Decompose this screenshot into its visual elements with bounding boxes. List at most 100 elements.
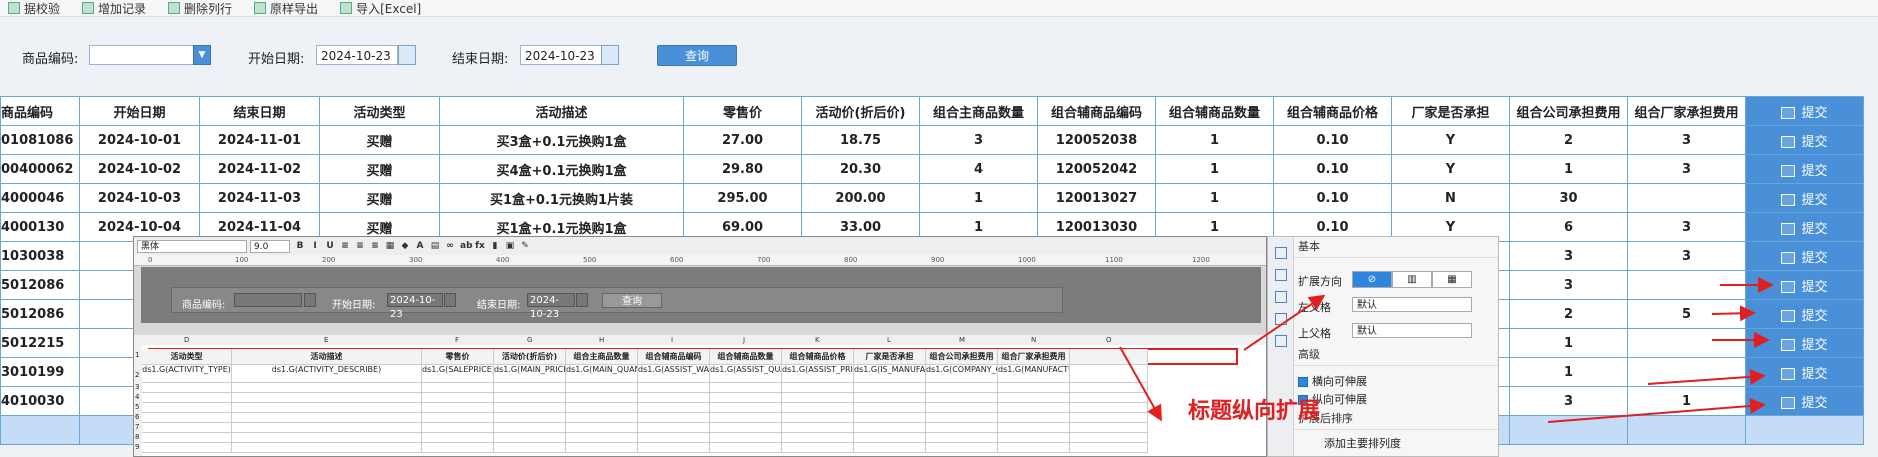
designer-header-cell[interactable]: 活动价(折后价) (494, 349, 566, 365)
bold-icon[interactable]: B (295, 241, 305, 251)
table-cell[interactable]: 01081086 (0, 125, 80, 155)
table-cell[interactable]: 3010199 (0, 357, 80, 387)
designer-empty-cell[interactable] (854, 423, 926, 433)
designer-empty-cell[interactable] (710, 433, 782, 443)
row-number[interactable]: 8 (135, 433, 139, 441)
designer-empty-cell[interactable] (422, 413, 494, 423)
designer-formula-cell[interactable] (1070, 365, 1148, 383)
designer-empty-cell[interactable] (854, 393, 926, 403)
start-date-input[interactable]: 2024-10-23 (316, 45, 398, 65)
designer-empty-cell[interactable] (566, 383, 638, 393)
table-cell[interactable]: 5 (1627, 299, 1746, 329)
designer-empty-cell[interactable] (926, 443, 998, 453)
designer-formula-cell[interactable]: ds1.G(ASSIST_WARECODE) (638, 365, 710, 383)
section-basic[interactable]: 基本 (1294, 237, 1498, 258)
brush-icon[interactable]: ✎ (520, 241, 530, 251)
designer-empty-cell[interactable] (782, 413, 854, 423)
designer-empty-cell[interactable] (926, 413, 998, 423)
align-right-icon[interactable]: ≡ (370, 241, 380, 251)
designer-empty-cell[interactable] (782, 423, 854, 433)
designer-header-cell[interactable]: 组合厂家承担费用 (998, 349, 1070, 365)
designer-empty-cell[interactable] (710, 403, 782, 413)
designer-empty-cell[interactable] (566, 423, 638, 433)
column-letter[interactable]: N (1031, 336, 1036, 344)
designer-formula-cell[interactable]: ds1.G(SALEPRICE) (422, 365, 494, 383)
border-icon[interactable]: ▦ (385, 241, 395, 251)
designer-empty-cell[interactable] (566, 443, 638, 453)
designer-empty-cell[interactable] (782, 433, 854, 443)
chevron-down-icon[interactable]: ▼ (193, 45, 211, 65)
designer-empty-cell[interactable] (494, 403, 566, 413)
table-cell[interactable]: 2024-10-01 (79, 125, 200, 155)
designer-empty-cell[interactable] (638, 393, 710, 403)
designer-header-cell[interactable]: 零售价 (422, 349, 494, 365)
submit-button[interactable]: 提交 (1745, 154, 1864, 184)
designer-empty-cell[interactable] (998, 383, 1070, 393)
table-cell[interactable]: 3 (1627, 241, 1746, 271)
designer-empty-cell[interactable] (232, 383, 422, 393)
table-cell[interactable]: 4 (919, 154, 1038, 184)
table-cell[interactable]: 6 (1509, 212, 1628, 242)
add-sort-button[interactable]: 添加主要排列度 (1324, 435, 1401, 451)
column-letter[interactable]: F (455, 336, 459, 344)
calendar-icon[interactable] (601, 45, 619, 65)
param-product-input[interactable] (234, 293, 302, 307)
font-size-select[interactable]: 9.0 (250, 239, 290, 253)
designer-empty-cell[interactable] (494, 393, 566, 403)
designer-formula-cell[interactable]: ds1.G(ACTIVITY_TYPE) (142, 365, 232, 383)
table-cell[interactable]: 5012215 (0, 328, 80, 358)
designer-empty-cell[interactable] (422, 383, 494, 393)
row-number[interactable]: 3 (135, 383, 139, 391)
submit-button[interactable]: 提交 (1745, 96, 1864, 126)
table-cell[interactable]: 4010030 (0, 386, 80, 416)
designer-empty-cell[interactable] (782, 393, 854, 403)
designer-empty-cell[interactable] (494, 413, 566, 423)
designer-empty-cell[interactable] (422, 393, 494, 403)
row-number[interactable]: 7 (135, 423, 139, 431)
designer-empty-cell[interactable] (998, 433, 1070, 443)
designer-header-cell[interactable] (1070, 349, 1148, 365)
designer-empty-cell[interactable] (710, 393, 782, 403)
table-cell[interactable] (1745, 415, 1864, 445)
designer-empty-cell[interactable] (232, 423, 422, 433)
table-cell[interactable]: 买赠 (319, 125, 440, 155)
underline-icon[interactable]: U (325, 241, 335, 251)
submit-button[interactable]: 提交 (1745, 125, 1864, 155)
table-cell[interactable]: 2 (1509, 125, 1628, 155)
designer-empty-cell[interactable] (710, 423, 782, 433)
table-cell[interactable] (1627, 415, 1746, 445)
designer-empty-cell[interactable] (494, 423, 566, 433)
table-cell[interactable]: 3 (1627, 125, 1746, 155)
row-number[interactable]: 9 (135, 443, 139, 451)
table-cell[interactable]: 1 (1509, 154, 1628, 184)
table-cell[interactable]: 29.80 (683, 154, 802, 184)
table-cell[interactable]: 3 (919, 125, 1038, 155)
table-cell[interactable]: 2024-11-01 (199, 125, 320, 155)
table-cell[interactable]: 3 (1509, 241, 1628, 271)
designer-empty-cell[interactable] (710, 413, 782, 423)
designer-empty-cell[interactable] (638, 433, 710, 443)
designer-formula-cell[interactable]: ds1.G(IS_MANUFACTURER) (854, 365, 926, 383)
designer-formula-cell[interactable]: ds1.G(ASSIST_QUANTITY) (710, 365, 782, 383)
table-cell[interactable]: 3 (1627, 212, 1746, 242)
hyperlink-icon[interactable] (1275, 335, 1287, 347)
designer-empty-cell[interactable] (566, 393, 638, 403)
param-product-button[interactable] (304, 293, 316, 307)
designer-header-cell[interactable]: 组合辅商品数量 (710, 349, 782, 365)
font-select[interactable]: 黑体 (137, 239, 247, 253)
designer-empty-cell[interactable] (854, 403, 926, 413)
designer-empty-cell[interactable] (494, 383, 566, 393)
designer-empty-cell[interactable] (782, 443, 854, 453)
table-cell[interactable]: 0.10 (1273, 154, 1392, 184)
param-start-input[interactable]: 2024-10-23 (387, 293, 443, 320)
table-cell[interactable]: 0.10 (1273, 125, 1392, 155)
designer-empty-cell[interactable] (422, 433, 494, 443)
designer-empty-cell[interactable] (566, 433, 638, 443)
designer-empty-cell[interactable] (782, 403, 854, 413)
calendar-icon[interactable] (444, 293, 456, 307)
designer-empty-cell[interactable] (142, 443, 232, 453)
section-sort[interactable]: 扩展后排序 (1294, 409, 1498, 430)
submit-button[interactable]: 提交 (1745, 328, 1864, 358)
table-cell[interactable]: 120052042 (1037, 154, 1156, 184)
align-center-icon[interactable]: ≡ (355, 241, 365, 251)
